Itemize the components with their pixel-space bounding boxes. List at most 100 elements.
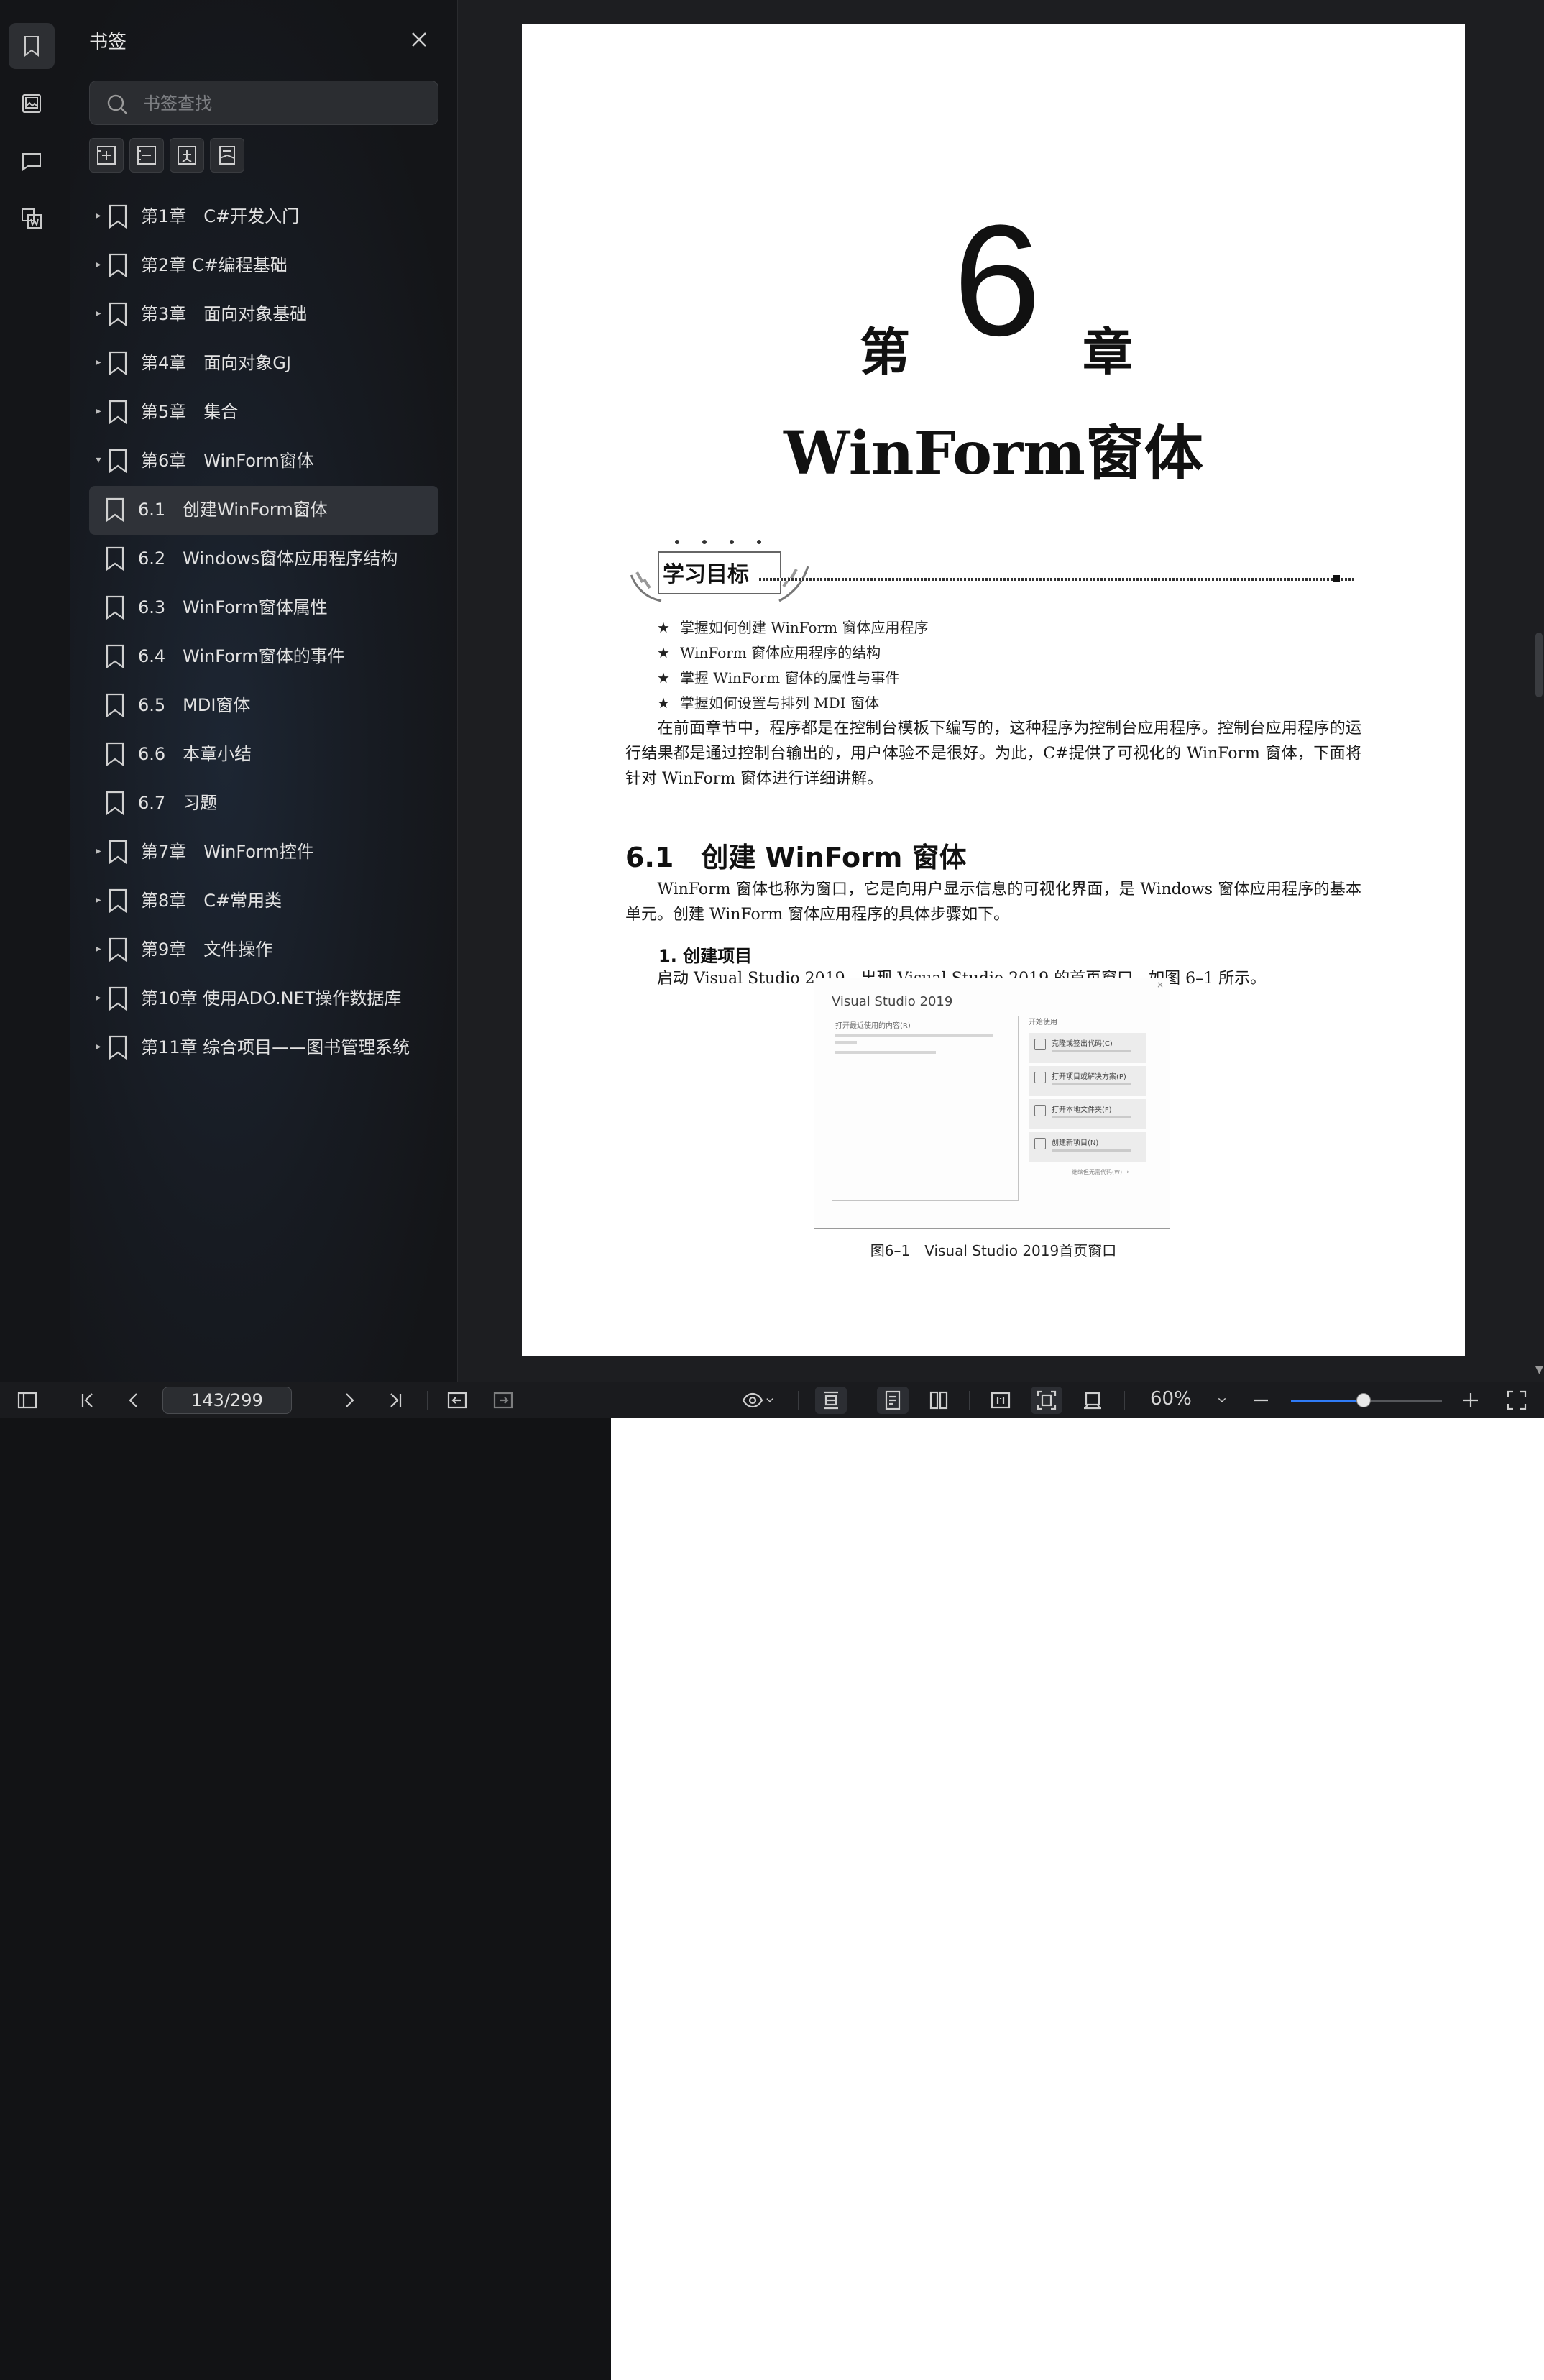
toolbar-separator bbox=[427, 1391, 428, 1410]
bookmark-item-ch9[interactable]: ▸ 第9章 文件操作 216 bbox=[89, 926, 1544, 2282]
prev-page-button[interactable] bbox=[119, 1387, 148, 1414]
fit-width-button[interactable] bbox=[1077, 1387, 1108, 1414]
zoom-out-button[interactable] bbox=[1246, 1387, 1275, 1414]
attachment-icon bbox=[22, 208, 42, 229]
bookmark-icon bbox=[105, 497, 129, 523]
bookmark-tools bbox=[89, 138, 244, 173]
figure-start-header: 开始使用 bbox=[1029, 1019, 1057, 1026]
attachment-panel-button[interactable] bbox=[9, 196, 55, 242]
bookmark-label: 6.4 WinForm窗体的事件 bbox=[138, 646, 345, 666]
bookmark-search bbox=[89, 81, 438, 125]
pdf-page: 第 6 章 WinForm窗体 学习目标 掌握如何创建 WinForm 窗体应用… bbox=[522, 24, 1465, 1356]
fit-height-icon bbox=[824, 1391, 838, 1410]
expand-arrow-icon[interactable]: ▸ bbox=[89, 888, 108, 906]
zoom-in-button[interactable] bbox=[1456, 1387, 1485, 1414]
first-page-button[interactable] bbox=[73, 1387, 102, 1414]
bookmark-item-6-3[interactable]: 6.3 WinForm窗体属性 148 bbox=[89, 584, 1544, 1940]
zoom-dropdown-button[interactable] bbox=[1209, 1387, 1235, 1414]
expand-all-button[interactable] bbox=[89, 138, 124, 173]
expand-arrow-icon[interactable]: ▸ bbox=[89, 302, 108, 319]
bookmark-item-ch11[interactable]: ▸ 第11章 综合项目——图书管理系统 257 bbox=[89, 1024, 1544, 2380]
minus-icon bbox=[1254, 1399, 1268, 1402]
scroll-down-arrow-icon[interactable]: ▼ bbox=[1535, 1364, 1543, 1376]
figure-card-icon bbox=[1034, 1072, 1046, 1083]
bookmark-panel-button[interactable] bbox=[9, 23, 55, 69]
view-mode-dropdown[interactable] bbox=[736, 1387, 782, 1414]
bookmark-icon bbox=[108, 888, 132, 914]
add-bookmark-button[interactable] bbox=[170, 138, 204, 173]
actual-size-button[interactable] bbox=[985, 1387, 1016, 1414]
expand-arrow-icon[interactable]: ▸ bbox=[89, 204, 108, 221]
figure-card-icon bbox=[1034, 1039, 1046, 1050]
bookmark-item-ch4[interactable]: ▸ 第4章 面向对象GJ 100 bbox=[89, 339, 1544, 1696]
bookmark-item-ch10[interactable]: ▸ 第10章 使用ADO.NET操作数据库 237 bbox=[89, 975, 1544, 2331]
thumbnail-panel-button[interactable] bbox=[9, 81, 55, 127]
actual-size-icon bbox=[991, 1392, 1011, 1409]
zoom-slider-knob[interactable] bbox=[1356, 1393, 1371, 1407]
figure-card-title: 创建新项目(N) bbox=[1052, 1139, 1099, 1147]
figure-text-line bbox=[835, 1041, 857, 1044]
expand-arrow-icon[interactable]: ▸ bbox=[89, 1035, 108, 1052]
bookmark-style-button[interactable] bbox=[210, 138, 244, 173]
expand-arrow-icon[interactable]: ▸ bbox=[89, 400, 108, 417]
collapse-all-button[interactable] bbox=[129, 138, 164, 173]
last-page-icon bbox=[390, 1393, 402, 1407]
single-page-button[interactable] bbox=[877, 1387, 909, 1414]
chevron-left-icon bbox=[129, 1393, 137, 1407]
figure-card-title: 打开本地文件夹(F) bbox=[1052, 1106, 1112, 1114]
expand-arrow-icon[interactable]: ▸ bbox=[89, 253, 108, 270]
figure-close-icon: × bbox=[1156, 980, 1164, 990]
figure-card: 创建新项目(N) bbox=[1029, 1132, 1146, 1162]
vertical-scrollbar[interactable] bbox=[1535, 633, 1543, 697]
page-number-input[interactable]: 143/299 bbox=[162, 1387, 292, 1414]
figure-card-subtitle bbox=[1052, 1149, 1131, 1152]
figure-window-title: Visual Studio 2019 bbox=[832, 994, 953, 1009]
goals-banner: 学习目标 bbox=[625, 532, 814, 610]
bookmark-label: 第11章 综合项目——图书管理系统 bbox=[141, 1037, 410, 1057]
figure-card-icon bbox=[1034, 1138, 1046, 1149]
bookmark-search-input[interactable] bbox=[142, 88, 425, 119]
expand-arrow-icon[interactable]: ▸ bbox=[89, 937, 108, 955]
bookmark-item-ch6[interactable]: ▾ 第6章 WinForm窗体 143 bbox=[89, 437, 1544, 1793]
bookmark-item-ch1[interactable]: ▸ 第1章 C#开发入门 14 bbox=[89, 193, 1544, 1549]
figure-text-line bbox=[835, 1051, 936, 1054]
bookmark-label: 6.3 WinForm窗体属性 bbox=[138, 597, 328, 617]
bookmark-item-6-2[interactable]: 6.2 Windows窗体应用程序结构 145 bbox=[89, 535, 1544, 1891]
bookmark-item-ch7[interactable]: ▸ 第7章 WinForm控件 157 bbox=[89, 828, 1544, 2184]
fullscreen-button[interactable] bbox=[1502, 1387, 1531, 1414]
bookmark-item-ch8[interactable]: ▸ 第8章 C#常用类 194 bbox=[89, 877, 1544, 2233]
collapse-arrow-icon[interactable]: ▾ bbox=[89, 449, 108, 466]
bookmark-item-ch2[interactable]: ▸ 第2章 C#编程基础 24 bbox=[89, 242, 1544, 1598]
last-page-button[interactable] bbox=[381, 1387, 410, 1414]
figure-more-link: 继续但无需代码(W) → bbox=[1072, 1169, 1129, 1175]
expand-arrow-icon[interactable]: ▸ bbox=[89, 986, 108, 1003]
image-icon bbox=[22, 94, 41, 113]
bookmark-item-6-6[interactable]: 6.6 本章小结 156 bbox=[89, 730, 1544, 2087]
expand-arrow-icon[interactable]: ▸ bbox=[89, 351, 108, 368]
toggle-sidebar-button[interactable] bbox=[13, 1387, 42, 1414]
fit-page-icon bbox=[1037, 1390, 1057, 1410]
bookmark-item-ch3[interactable]: ▸ 第3章 面向对象基础 75 bbox=[89, 290, 1544, 1647]
go-forward-button[interactable] bbox=[489, 1387, 518, 1414]
expand-all-icon bbox=[97, 146, 116, 165]
fit-height-button[interactable] bbox=[815, 1387, 847, 1414]
comment-panel-button[interactable] bbox=[9, 138, 55, 184]
go-back-button[interactable] bbox=[443, 1387, 472, 1414]
bookmark-list: ▸ 第1章 C#开发入门 14 ▸ 第2章 C#编程基础 24 ▸ 第3章 面向… bbox=[89, 193, 1544, 2380]
bookmark-item-6-4[interactable]: 6.4 WinForm窗体的事件 150 bbox=[89, 633, 1544, 1989]
bookmark-label: 第8章 C#常用类 bbox=[141, 891, 282, 911]
zoom-slider[interactable] bbox=[1291, 1393, 1442, 1407]
fit-page-button[interactable] bbox=[1031, 1387, 1062, 1414]
bookmark-item-ch5[interactable]: ▸ 第5章 集合 129 bbox=[89, 388, 1544, 1745]
expand-arrow-icon[interactable]: ▸ bbox=[89, 840, 108, 857]
bookmark-item-6-5[interactable]: 6.5 MDI窗体 152 bbox=[89, 681, 1544, 2038]
bookmark-icon bbox=[105, 546, 129, 572]
bookmark-panel: 书签 ▸ 第1章 C#开发入门 14 ▸ 第2章 C#编程基础 bbox=[70, 0, 1544, 2380]
next-page-button[interactable] bbox=[335, 1387, 364, 1414]
bookmark-item-6-1[interactable]: 6.1 创建WinForm窗体 143 bbox=[89, 486, 1544, 1842]
close-panel-button[interactable] bbox=[408, 29, 430, 50]
bookmark-item-6-7[interactable]: 6.7 习题 156 bbox=[89, 779, 1544, 2136]
figure-card-title: 打开项目或解决方案(P) bbox=[1052, 1073, 1126, 1081]
two-page-button[interactable] bbox=[923, 1387, 955, 1414]
zoom-level-text[interactable]: 60% bbox=[1150, 1388, 1192, 1410]
